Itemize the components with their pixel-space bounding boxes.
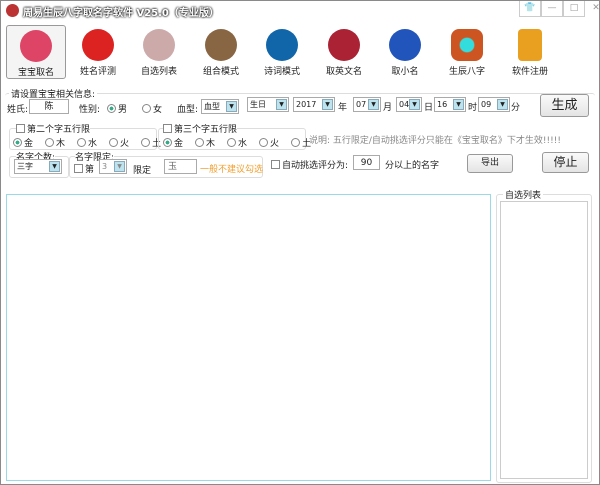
app-logo-icon [6, 4, 19, 17]
book-icon [266, 29, 298, 61]
window-title: 周易生辰八字取名字软件 V25.0（专业版） [23, 8, 219, 19]
toolbar-bagua-button[interactable]: 生辰八字 [437, 25, 497, 79]
element-label: 木 [206, 139, 216, 149]
toolbar-label: 生辰八字 [448, 67, 485, 77]
toolbar-label: 取英文名 [325, 67, 362, 77]
element-radio[interactable]: 金 [163, 138, 184, 149]
barca-icon [328, 29, 360, 61]
limit-char-input[interactable]: 玉 [164, 159, 197, 174]
main-window: 周易生辰八字取名字软件 V25.0（专业版） 👕 — □ ✕ 宝宝取名 姓名评测自… [0, 0, 600, 485]
custom-list[interactable] [500, 201, 588, 479]
blood-select[interactable]: 血型 ▼ [201, 99, 239, 114]
toolbar-dragon-button[interactable]: 取小名 [375, 25, 435, 79]
element-radio[interactable]: 木 [45, 138, 66, 149]
baby-icon [20, 30, 52, 62]
dragon-icon [389, 29, 421, 61]
element-label: 火 [270, 139, 280, 149]
toolbar-label: 组合模式 [202, 67, 239, 77]
toolbar-label: 自选列表 [140, 67, 177, 77]
third-char-elements: 金木水火土 [163, 136, 323, 149]
element-radio[interactable]: 火 [259, 138, 280, 149]
auto-score-input[interactable]: 90 [353, 155, 380, 170]
second-char-elements: 金木水火土 [13, 136, 173, 149]
generate-button[interactable]: 生成 [540, 94, 589, 117]
stop-button[interactable]: 停止 [542, 152, 589, 173]
auto-select-checkbox[interactable]: 自动挑选评分为: [271, 158, 348, 171]
year-select[interactable]: 2017 ▼ [293, 97, 335, 112]
element-label: 水 [238, 139, 248, 149]
limit-warning: 一般不建议勾选 [200, 165, 264, 175]
toolbar-book-button[interactable]: 诗词模式 [252, 25, 312, 79]
auto-score-suffix: 分以上的名字 [385, 161, 440, 171]
toolbar-label: 姓名评测 [79, 67, 116, 77]
toolbar-name-test-button[interactable]: 姓名评测 [68, 25, 128, 79]
toolbar-lion-button[interactable]: 组合模式 [191, 25, 251, 79]
toolbar-label: 宝宝取名 [17, 68, 54, 78]
custom-list-label: 自选列表 [503, 188, 544, 201]
hour-unit: 时 [468, 103, 478, 113]
minute-unit: 分 [511, 103, 521, 113]
third-char-checkbox[interactable]: 第三个字五行限 [163, 122, 238, 135]
limit-suffix: 限定 [133, 166, 152, 176]
gender-male-radio[interactable]: 男 [107, 102, 127, 115]
gender-female-radio[interactable]: 女 [142, 102, 162, 115]
element-label: 金 [24, 139, 34, 149]
toolbar-barca-button[interactable]: 取英文名 [314, 25, 374, 79]
note-text: 说明: 五行限定/自动挑选评分只能在《宝宝取名》下才生效!!!!! [309, 136, 561, 146]
brush-icon [143, 29, 175, 61]
surname-label: 姓氏: [7, 105, 29, 115]
count-select[interactable]: 三字 ▼ [14, 159, 62, 174]
results-list[interactable] [6, 194, 491, 481]
limit-checkbox[interactable]: 第 [74, 162, 94, 175]
name-test-icon [82, 29, 114, 61]
element-label: 水 [88, 139, 98, 149]
gender-label: 性别: [79, 105, 101, 115]
birth-type-select[interactable]: 生日 ▼ [247, 97, 289, 112]
toolbar-label: 软件注册 [511, 67, 548, 77]
minimize-button[interactable]: — [541, 1, 563, 17]
toolbar-label: 诗词模式 [263, 67, 300, 77]
close-button[interactable]: ✕ [585, 1, 600, 17]
limit-pos-select[interactable]: 3 ▼ [99, 159, 127, 174]
element-radio[interactable]: 水 [227, 138, 248, 149]
month-unit: 月 [383, 103, 393, 113]
surname-input[interactable]: 陈 [29, 99, 69, 114]
element-label: 木 [56, 139, 66, 149]
hour-select[interactable]: 16 ▼ [434, 97, 466, 112]
element-label: 金 [174, 139, 184, 149]
day-unit: 日 [424, 103, 434, 113]
skin-button[interactable]: 👕 [519, 1, 541, 17]
element-label: 火 [120, 139, 130, 149]
blood-label: 血型: [177, 105, 199, 115]
toolbar-brush-button[interactable]: 自选列表 [129, 25, 189, 79]
bagua-icon [451, 29, 483, 61]
second-char-checkbox[interactable]: 第二个字五行限 [16, 122, 91, 135]
element-radio[interactable]: 水 [77, 138, 98, 149]
lion-icon [205, 29, 237, 61]
minute-select[interactable]: 09 ▼ [478, 97, 510, 112]
month-select[interactable]: 07 ▼ [353, 97, 381, 112]
element-radio[interactable]: 火 [109, 138, 130, 149]
lock-icon [518, 29, 542, 61]
element-radio[interactable]: 木 [195, 138, 216, 149]
export-button[interactable]: 导出 [467, 154, 513, 173]
toolbar-baby-button[interactable]: 宝宝取名 [6, 25, 66, 79]
day-select[interactable]: 04 ▼ [396, 97, 422, 112]
element-radio[interactable]: 金 [13, 138, 34, 149]
toolbar-lock-button[interactable]: 软件注册 [500, 25, 560, 79]
year-unit: 年 [338, 103, 348, 113]
maximize-button[interactable]: □ [563, 1, 585, 17]
toolbar-label: 取小名 [391, 67, 419, 77]
